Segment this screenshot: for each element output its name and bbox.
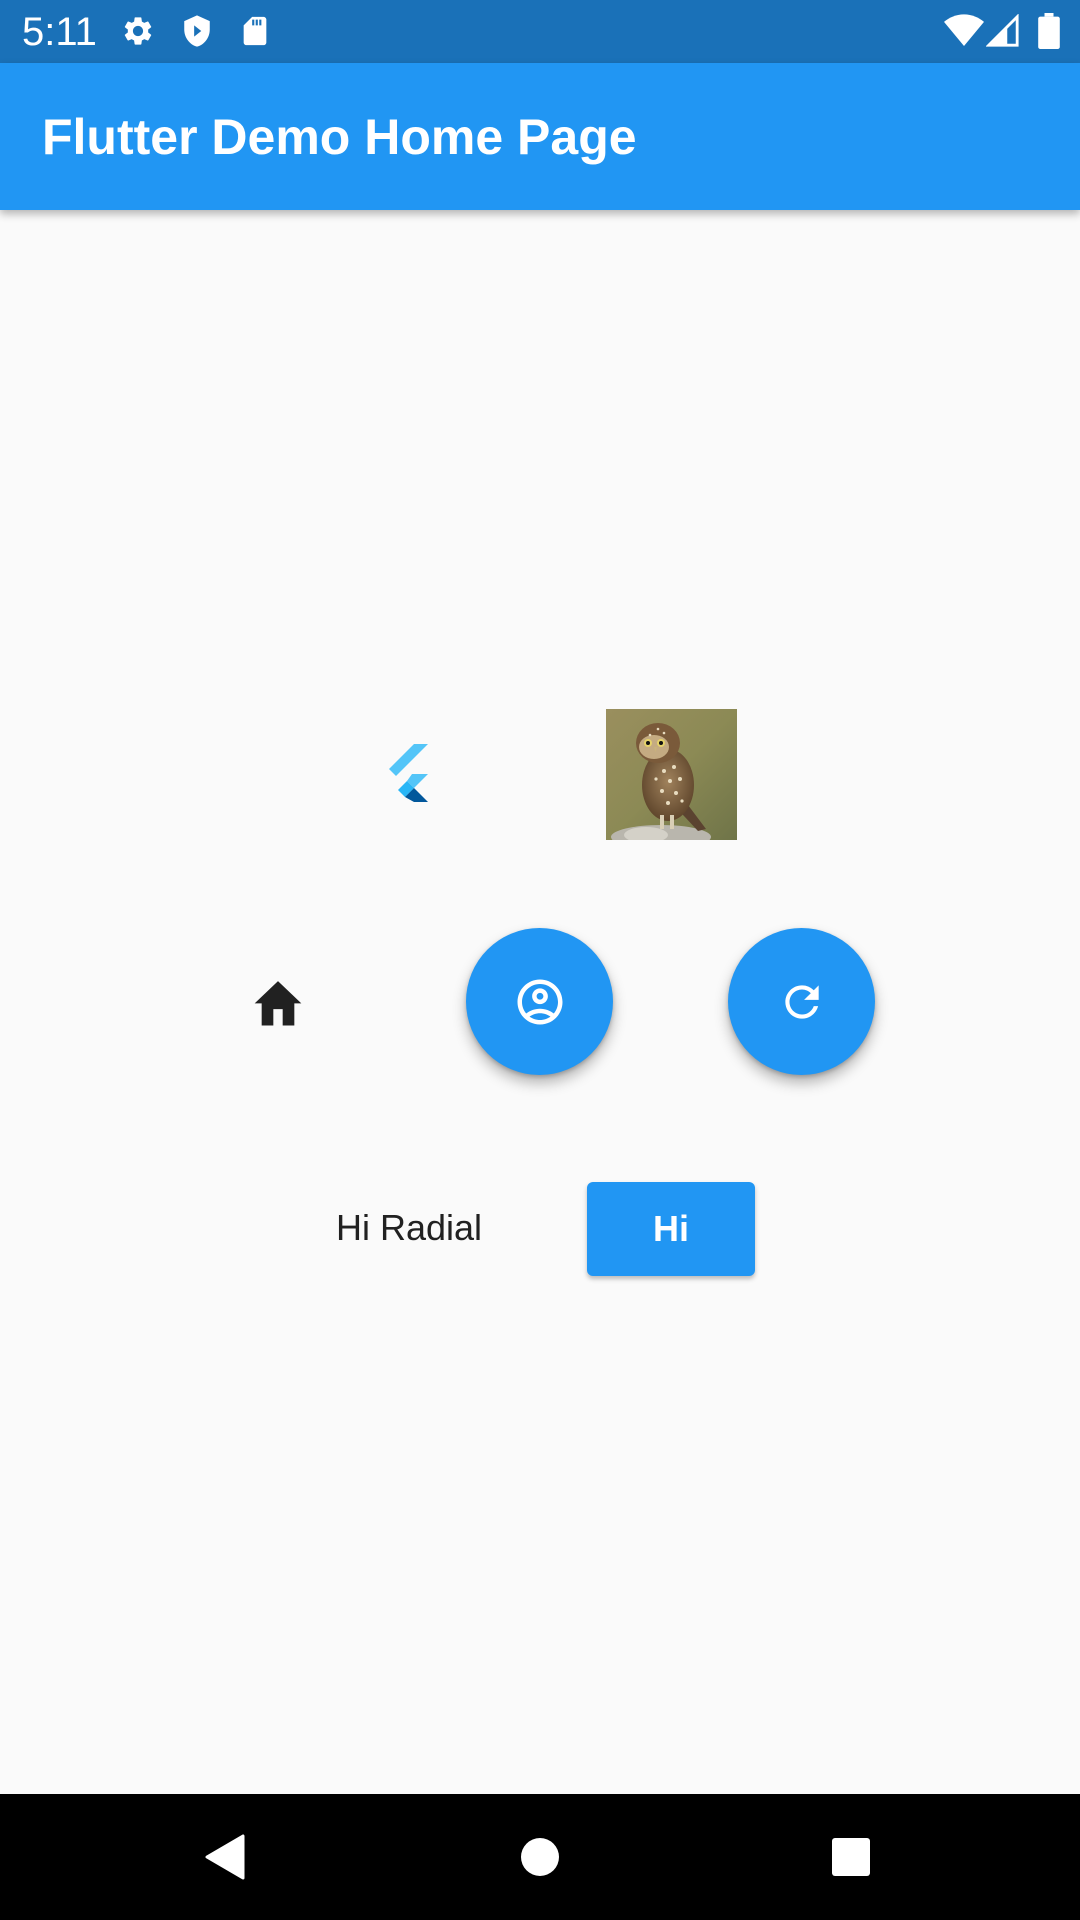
nav-recents-button[interactable] bbox=[791, 1794, 911, 1920]
sd-card-icon bbox=[243, 16, 267, 46]
hi-button[interactable]: Hi bbox=[587, 1182, 755, 1276]
hi-radial-label: Hi Radial bbox=[336, 1207, 483, 1248]
home-icon bbox=[254, 981, 302, 1026]
account-fab-button[interactable] bbox=[466, 928, 613, 1075]
app-bar: Flutter Demo Home Page bbox=[0, 63, 1080, 210]
status-bar: 5:11 bbox=[0, 0, 1080, 63]
owl-image bbox=[606, 709, 737, 840]
gear-icon bbox=[124, 17, 152, 45]
cell-signal-icon bbox=[986, 14, 1019, 47]
back-icon bbox=[205, 1834, 245, 1880]
refresh-fab-button[interactable] bbox=[728, 928, 875, 1075]
flutter-logo-icon bbox=[389, 744, 428, 802]
status-time: 5:11 bbox=[22, 10, 97, 54]
shield-icon bbox=[184, 15, 210, 47]
battery-icon bbox=[1038, 13, 1060, 49]
screen: 5:11 Flutter Demo Home Page Hi Radial Hi bbox=[0, 0, 1080, 1920]
page-title: Flutter Demo Home Page bbox=[42, 109, 637, 165]
refresh-icon bbox=[784, 984, 819, 1019]
nav-home-button[interactable] bbox=[480, 1794, 600, 1920]
wifi-icon bbox=[944, 14, 984, 47]
home-circle-icon bbox=[521, 1838, 559, 1876]
account-circle-icon bbox=[517, 979, 562, 1024]
nav-back-button[interactable] bbox=[165, 1794, 285, 1920]
navigation-bar bbox=[0, 1794, 1080, 1920]
recents-square-icon bbox=[832, 1838, 870, 1876]
